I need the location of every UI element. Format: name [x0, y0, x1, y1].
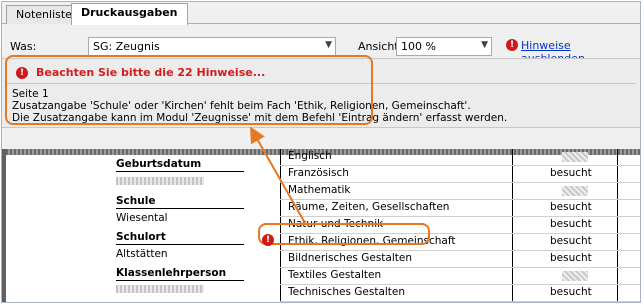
- field-value-schulort: Altstätten: [116, 248, 168, 260]
- field-value-schule: Wiesental: [116, 212, 168, 224]
- field-label-schule: Schule: [116, 195, 156, 207]
- tab-druckausgaben[interactable]: Druckausgaben: [71, 3, 188, 25]
- was-select[interactable]: SG: Zeugnis ▼: [88, 37, 336, 56]
- subject-status: besucht: [550, 252, 592, 264]
- subject-status: besucht: [550, 167, 592, 179]
- table-row: Technisches Gestalten besucht: [280, 285, 640, 302]
- field-label-geburtsdatum: Geburtsdatum: [116, 158, 202, 170]
- was-label: Was:: [10, 40, 37, 53]
- subject-name: Technisches Gestalten: [288, 286, 406, 298]
- tab-bar: Notenliste Druckausgaben: [2, 2, 640, 25]
- ansicht-select[interactable]: 100 % ▼: [396, 37, 492, 56]
- redacted-value: [116, 177, 204, 185]
- subject-name: Englisch: [288, 150, 332, 162]
- subject-status: besucht: [550, 286, 592, 298]
- subject-status: besucht: [550, 201, 592, 213]
- subject-name: Bildnerisches Gestalten: [288, 252, 412, 264]
- field-label-schulort: Schulort: [116, 231, 166, 243]
- subject-name: Mathematik: [288, 184, 351, 196]
- table-row: Französisch besucht: [280, 166, 640, 183]
- callout-notice-highlight: [5, 55, 373, 125]
- field-label-klassenlehrperson: Klassenlehrperson: [116, 267, 227, 279]
- chevron-down-icon: ▼: [325, 40, 332, 50]
- field-underline: [116, 208, 244, 209]
- redacted-value: [562, 152, 588, 162]
- toolbar: Was: SG: Zeugnis ▼ Ansicht: 100 % ▼ ! Hi…: [2, 25, 640, 65]
- subject-name: Textiles Gestalten: [288, 269, 382, 281]
- table-row: Englisch: [280, 149, 640, 166]
- table-row: Mathematik: [280, 183, 640, 200]
- table-row: Bildnerisches Gestalten besucht: [280, 251, 640, 268]
- subject-status: besucht: [550, 218, 592, 230]
- subject-status: besucht: [550, 235, 592, 247]
- callout-row-highlight: [258, 223, 430, 245]
- table-row: Textiles Gestalten: [280, 268, 640, 285]
- exclamation-circle-icon: !: [262, 234, 274, 246]
- exclamation-circle-icon: !: [506, 39, 518, 51]
- app-window: Notenliste Druckausgaben Was: SG: Zeugni…: [1, 1, 641, 303]
- ansicht-select-value: 100 %: [401, 40, 436, 53]
- redacted-value: [116, 285, 204, 293]
- subject-name: Französisch: [288, 167, 349, 179]
- field-underline: [116, 171, 244, 172]
- chevron-down-icon: ▼: [481, 40, 488, 50]
- table-row: Räume, Zeiten, Gesellschaften besucht: [280, 200, 640, 217]
- redacted-value: [562, 186, 588, 196]
- field-underline: [116, 244, 244, 245]
- was-select-value: SG: Zeugnis: [93, 40, 160, 53]
- field-underline: [116, 280, 244, 281]
- subject-name: Räume, Zeiten, Gesellschaften: [288, 201, 450, 213]
- redacted-value: [562, 271, 588, 281]
